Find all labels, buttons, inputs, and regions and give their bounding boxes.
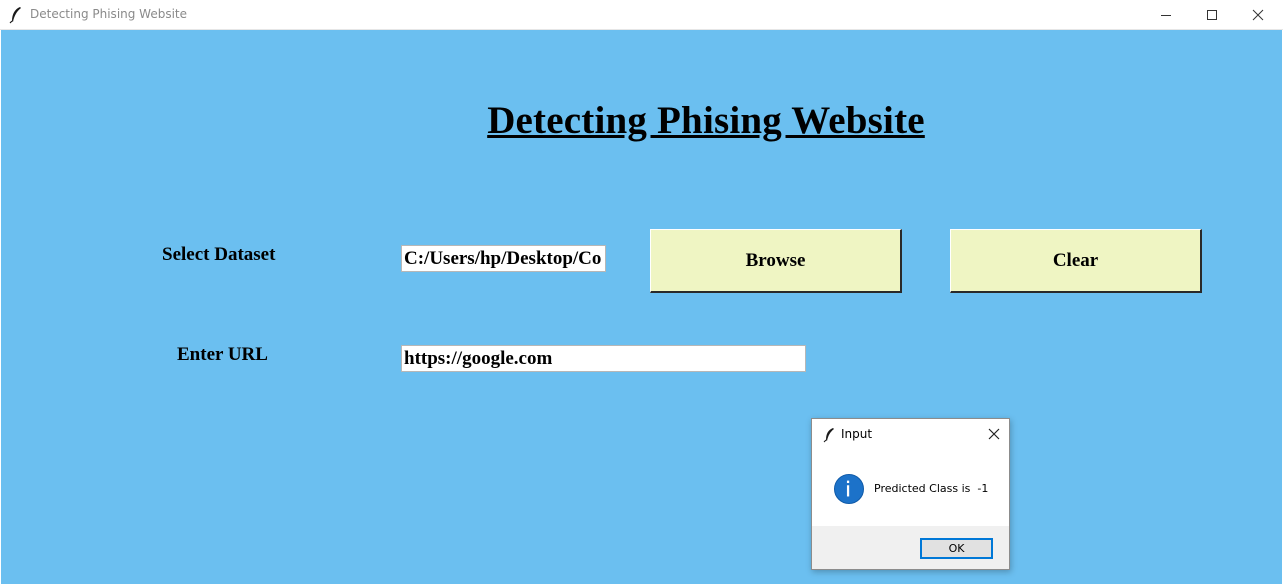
window-titlebar: Detecting Phising Website (0, 0, 1283, 30)
close-icon (988, 428, 1000, 440)
page-title: Detecting Phising Website (487, 99, 925, 142)
dialog-footer: OK (812, 526, 1009, 569)
info-icon (834, 474, 864, 504)
dialog-title: Input (841, 427, 873, 441)
ok-button[interactable]: OK (920, 538, 993, 559)
browse-button[interactable]: Browse (650, 229, 902, 293)
clear-button[interactable]: Clear (950, 229, 1202, 293)
dialog-close-button[interactable] (983, 423, 1005, 445)
input-dialog: Input Predicted Class is -1 OK (811, 418, 1010, 570)
main-panel: Detecting Phising Website Select Dataset… (1, 30, 1282, 584)
feather-icon (9, 7, 21, 24)
dialog-message: Predicted Class is -1 (874, 482, 989, 495)
maximize-icon (1207, 10, 1217, 20)
close-window-button[interactable] (1235, 0, 1281, 30)
maximize-button[interactable] (1189, 0, 1235, 30)
dataset-path-input[interactable]: C:/Users/hp/Desktop/Co (401, 245, 606, 272)
close-icon (1252, 9, 1264, 21)
feather-icon (823, 428, 834, 443)
window-title: Detecting Phising Website (30, 7, 188, 21)
select-dataset-label: Select Dataset (162, 244, 276, 265)
enter-url-label: Enter URL (177, 344, 268, 365)
minimize-icon (1161, 15, 1171, 16)
url-input[interactable]: https://google.com (401, 345, 806, 372)
minimize-button[interactable] (1143, 0, 1189, 30)
